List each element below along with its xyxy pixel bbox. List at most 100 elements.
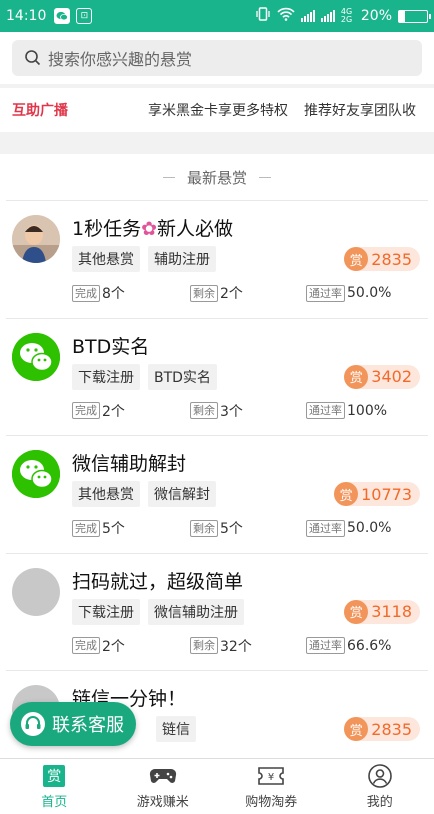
status-time: 14:10 <box>6 8 47 24</box>
reward-amount: 3402 <box>371 367 412 386</box>
reward-icon: 赏 <box>344 364 369 389</box>
done-label: 完成 <box>72 402 100 419</box>
done-label: 完成 <box>72 519 100 537</box>
section-title: 最新悬赏 <box>0 154 434 200</box>
tag: 下载注册 <box>72 363 140 390</box>
broadcast-item[interactable]: 享米黑金卡享更多特权 <box>148 100 288 120</box>
headset-icon <box>21 712 45 736</box>
task-title[interactable]: BTD实名 <box>72 332 149 359</box>
reward-icon: 赏 <box>344 247 369 271</box>
flower-icon: ✿ <box>141 218 158 240</box>
customer-service-button[interactable]: 联系客服 <box>10 702 136 746</box>
task-tags: 链信 <box>156 716 196 742</box>
user-icon <box>367 763 392 789</box>
tag: 下载注册 <box>72 598 140 625</box>
signal-2-icon <box>320 10 335 22</box>
customer-service-label: 联系客服 <box>52 715 124 736</box>
task-item[interactable]: 微信辅助解封 其他悬赏 微信解封 赏 10773 完成 5个 剩余 5个 通过率 50… <box>6 435 428 553</box>
reward-amount: 2835 <box>371 719 412 739</box>
task-title[interactable]: 微信辅助解封 <box>72 449 186 476</box>
task-stats: 完成 2个 剩余 3个 通过率 100% <box>72 401 412 421</box>
reward-badge: 赏 2835 <box>344 717 420 741</box>
search-bar-container: 搜索你感兴趣的悬赏 <box>0 32 434 84</box>
rate-label: 通过率 <box>306 284 345 302</box>
status-bar: 14:10 ⊡ 4G 2G 20% <box>0 0 434 32</box>
broadcast-bar[interactable]: 互助广播 享米黑金卡享更多特权 推荐好友享团队收 <box>0 88 434 132</box>
search-input[interactable]: 搜索你感兴趣的悬赏 <box>12 40 422 76</box>
remain-value: 3个 <box>220 403 243 420</box>
rate-value: 50.0% <box>347 520 392 536</box>
task-stats: 完成 8个 剩余 2个 通过率 50.0% <box>72 283 412 303</box>
task-tags: 下载注册 微信辅助注册 <box>72 598 244 625</box>
battery-percent: 20% <box>360 8 392 24</box>
reward-badge: 赏 2835 <box>344 247 420 271</box>
tag: 辅助注册 <box>148 246 216 272</box>
gamepad-icon <box>149 763 177 789</box>
wifi-icon <box>277 7 295 25</box>
reward-icon: 赏 <box>334 482 359 506</box>
search-placeholder: 搜索你感兴趣的悬赏 <box>48 50 193 69</box>
rate-label: 通过率 <box>306 637 345 654</box>
section-title-text: 最新悬赏 <box>186 168 247 187</box>
done-value: 2个 <box>102 638 125 655</box>
task-tags: 其他悬赏 微信解封 <box>72 481 216 507</box>
tag: 微信辅助注册 <box>148 598 244 625</box>
reward-amount: 2835 <box>371 249 412 269</box>
task-stats: 完成 5个 剩余 5个 通过率 50.0% <box>72 518 412 538</box>
wechat-notification-icon <box>54 8 71 24</box>
done-label: 完成 <box>72 637 100 654</box>
done-label: 完成 <box>72 284 100 302</box>
remain-label: 剩余 <box>190 637 218 654</box>
task-tags: 其他悬赏 辅助注册 <box>72 246 216 272</box>
tag: 微信解封 <box>148 481 216 507</box>
done-value: 5个 <box>102 521 125 537</box>
rate-label: 通过率 <box>306 519 345 537</box>
svg-text:¥: ¥ <box>268 772 274 783</box>
nav-label: 购物淘券 <box>245 795 298 810</box>
nav-item-home[interactable]: 赏 首页 <box>0 759 109 814</box>
task-item[interactable]: 扫码就过，超级简单 下载注册 微信辅助注册 赏 3118 完成 2个 剩余 32个 … <box>6 552 428 671</box>
nav-item-games[interactable]: 游戏赚米 <box>109 759 218 814</box>
rate-label: 通过率 <box>306 402 345 419</box>
broadcast-label: 互助广播 <box>12 103 68 119</box>
tag: 链信 <box>156 716 196 742</box>
task-item[interactable]: 1秒任务✿新人必做 其他悬赏 辅助注册 赏 2835 完成 8个 剩余 2个 通过率… <box>6 200 428 318</box>
remain-value: 5个 <box>220 521 243 537</box>
battery-icon <box>398 9 431 23</box>
remain-value: 2个 <box>220 286 243 302</box>
reward-badge: 赏 10773 <box>334 482 420 506</box>
task-tags: 下载注册 BTD实名 <box>72 363 217 390</box>
signal-icon <box>300 10 315 22</box>
reward-badge: 赏 3118 <box>344 599 420 624</box>
broadcast-item[interactable]: 推荐好友享团队收 <box>304 100 416 120</box>
nav-item-shopping[interactable]: ¥ 购物淘券 <box>217 759 326 814</box>
vibrate-icon <box>255 7 271 25</box>
remain-label: 剩余 <box>190 519 218 537</box>
task-list[interactable]: 最新悬赏 1秒任务✿新人必做 其他悬赏 辅助注册 赏 2835 完成8个 剩余 <box>0 154 434 758</box>
divider <box>259 176 271 178</box>
nav-label: 游戏赚米 <box>136 795 189 810</box>
remain-value: 32个 <box>220 638 252 655</box>
wechat-icon <box>12 332 60 381</box>
reward-icon: 赏 <box>344 717 369 741</box>
ticket-icon: ¥ <box>257 763 285 789</box>
screenshot-notification-icon: ⊡ <box>76 8 93 24</box>
task-title[interactable]: 扫码就过，超级简单 <box>72 567 243 594</box>
tag: BTD实名 <box>148 363 217 390</box>
tag: 其他悬赏 <box>72 481 140 507</box>
task-item[interactable]: BTD实名 下载注册 BTD实名 赏 3402 完成 2个 剩余 3个 通过率 100… <box>6 317 428 436</box>
nav-item-profile[interactable]: 我的 <box>326 759 434 814</box>
rate-value: 100% <box>347 402 388 419</box>
tag: 其他悬赏 <box>72 246 140 272</box>
divider <box>162 176 175 178</box>
reward-badge: 赏 3402 <box>344 364 420 389</box>
task-title[interactable]: 1秒任务✿新人必做 <box>72 214 233 241</box>
bottom-nav: 赏 首页 游戏赚米 ¥ 购物淘券 我的 <box>0 758 434 814</box>
remain-label: 剩余 <box>190 284 218 302</box>
nav-label: 我的 <box>366 795 393 810</box>
task-stats: 完成 2个 剩余 32个 通过率 66.6% <box>72 636 412 656</box>
avatar <box>12 215 60 263</box>
nav-label: 首页 <box>41 795 68 810</box>
reward-icon: 赏 <box>344 599 369 624</box>
done-value: 8个 <box>102 286 125 302</box>
